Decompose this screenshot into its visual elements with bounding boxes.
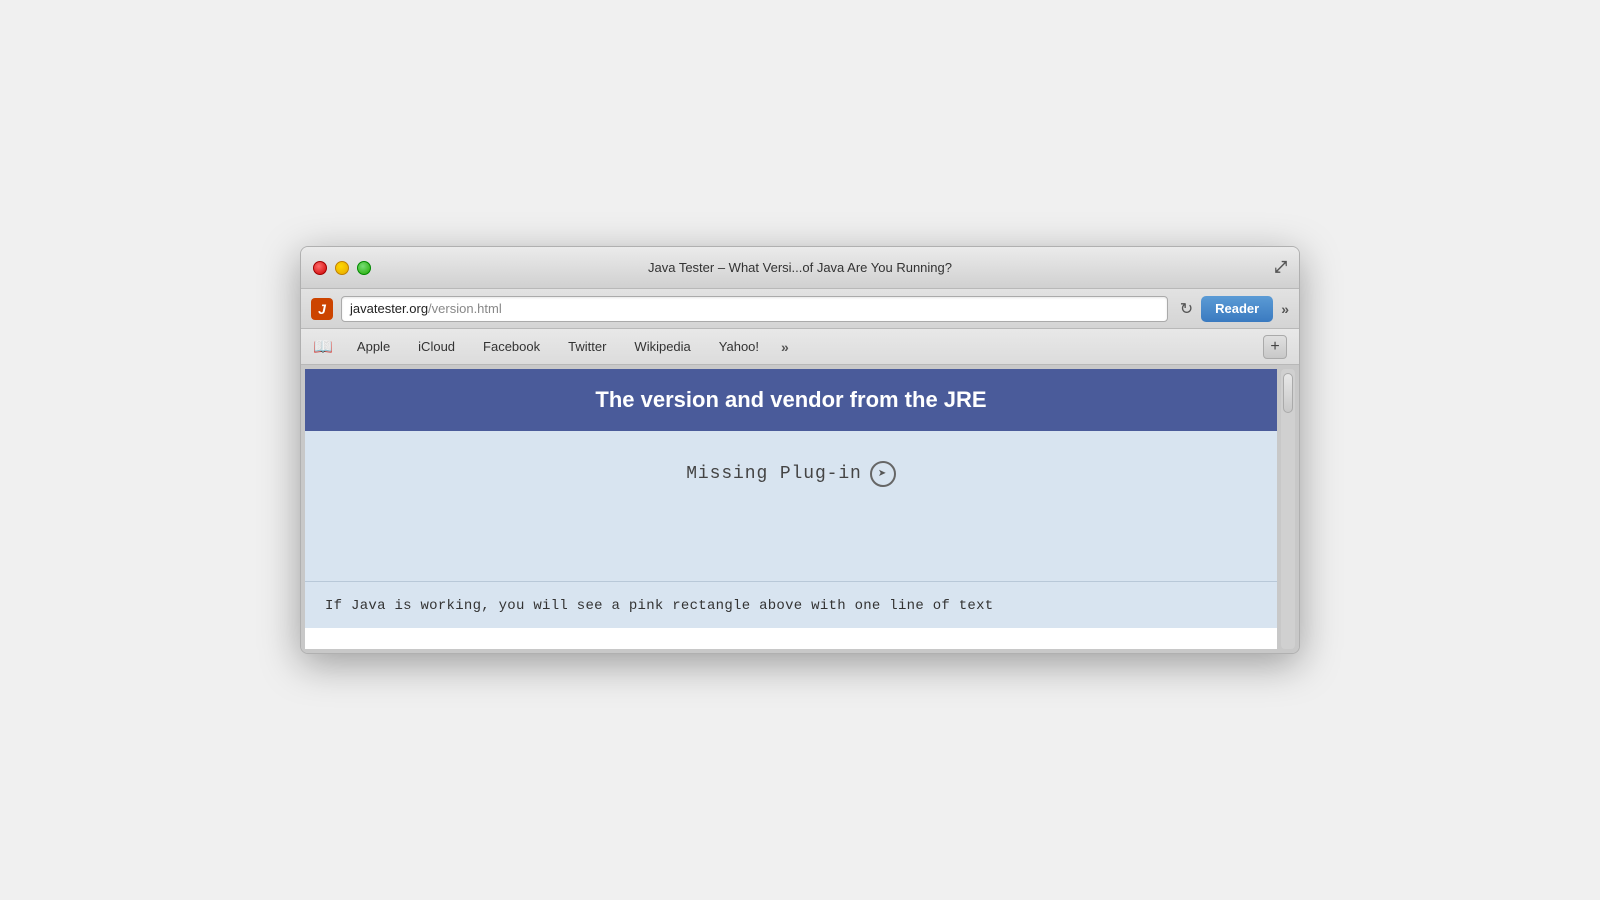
bookmark-apple[interactable]: Apple [343,335,404,358]
page-header-title: The version and vendor from the JRE [595,387,986,412]
reload-button[interactable]: ↻ [1180,299,1193,319]
bookmark-yahoo[interactable]: Yahoo! [705,335,773,358]
footer-text: If Java is working, you will see a pink … [325,598,993,614]
maximize-button[interactable] [357,261,371,275]
bookmark-twitter[interactable]: Twitter [554,335,620,358]
page-content: The version and vendor from the JRE Miss… [305,369,1277,649]
minimize-button[interactable] [335,261,349,275]
scrollbar-thumb[interactable] [1283,373,1293,413]
reader-button[interactable]: Reader [1201,296,1273,322]
title-bar: Java Tester – What Versi...of Java Are Y… [301,247,1299,289]
url-path: /version.html [428,301,502,316]
page-header: The version and vendor from the JRE [305,369,1277,431]
bookmarks-icon[interactable]: 📖 [313,337,333,357]
content-area: The version and vendor from the JRE Miss… [301,365,1299,653]
address-bar: J javatester.org /version.html ↻ Reader … [301,289,1299,329]
browser-window: Java Tester – What Versi...of Java Are Y… [300,246,1300,654]
url-domain: javatester.org [350,301,428,316]
bookmark-icloud[interactable]: iCloud [404,335,469,358]
missing-plugin-area[interactable]: Missing Plug-in ➤ [686,461,896,487]
plugin-arrow-icon[interactable]: ➤ [870,461,896,487]
scrollbar[interactable] [1281,369,1295,649]
page-footer: If Java is working, you will see a pink … [305,581,1277,628]
window-title: Java Tester – What Versi...of Java Are Y… [648,260,952,275]
close-button[interactable] [313,261,327,275]
bookmark-facebook[interactable]: Facebook [469,335,554,358]
page-body: Missing Plug-in ➤ [305,431,1277,581]
favicon: J [311,298,333,320]
url-field[interactable]: javatester.org /version.html [341,296,1168,322]
new-tab-button[interactable]: + [1263,335,1287,359]
traffic-lights [313,261,371,275]
toolbar-overflow-button[interactable]: » [1281,301,1289,317]
expand-button[interactable]: ⤢ [1274,259,1287,277]
bookmark-wikipedia[interactable]: Wikipedia [620,335,704,358]
bookmarks-overflow-button[interactable]: » [773,335,797,359]
missing-plugin-text: Missing Plug-in [686,464,862,484]
bookmarks-bar: 📖 Apple iCloud Facebook Twitter Wikipedi… [301,329,1299,365]
